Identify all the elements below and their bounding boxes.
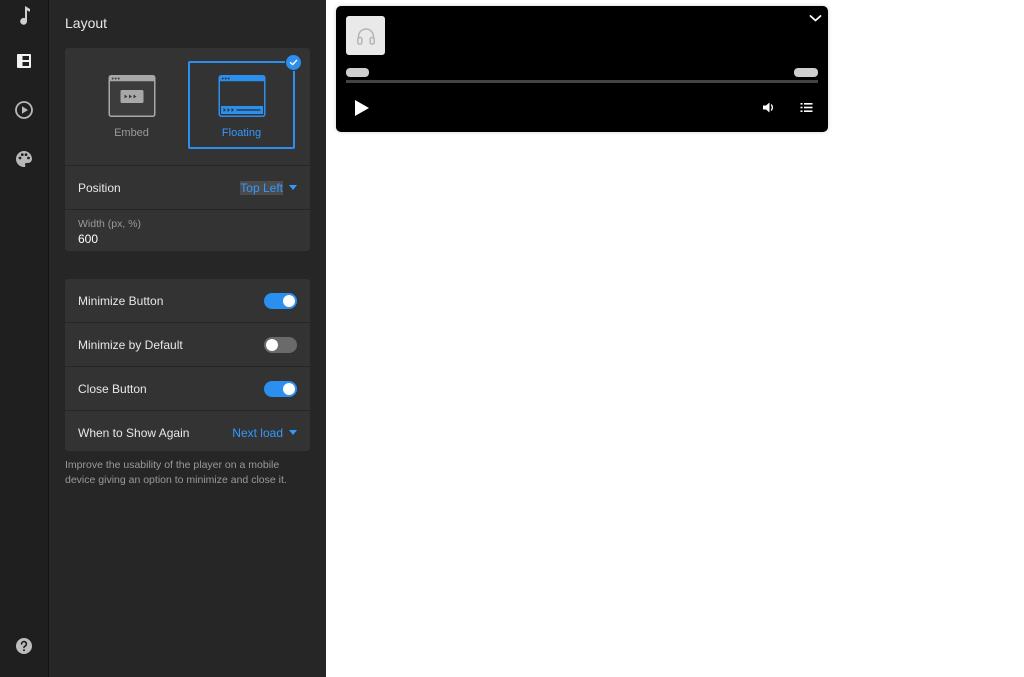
show-again-dropdown[interactable]: Next load	[232, 426, 297, 440]
embed-layout-icon	[108, 75, 155, 117]
minimize-by-default-row: Minimize by Default	[65, 323, 310, 367]
minimize-by-default-toggle[interactable]	[264, 336, 297, 353]
icon-rail	[0, 0, 49, 677]
show-again-label: When to Show Again	[78, 425, 190, 440]
close-button-label: Close Button	[78, 381, 147, 396]
width-label: Width (px, %)	[78, 218, 142, 230]
playlist-icon[interactable]	[800, 102, 813, 113]
help-circle-icon	[16, 638, 32, 654]
rail-help-button[interactable]	[0, 626, 48, 666]
chevron-down-icon[interactable]	[809, 12, 822, 25]
layout-card: Embed Floating Position Top Left Width (…	[65, 48, 310, 251]
music-note-icon	[20, 6, 30, 25]
close-button-row: Close Button	[65, 367, 310, 411]
selected-check-icon	[285, 54, 302, 71]
rail-player-button[interactable]	[0, 90, 48, 130]
show-again-row: When to Show Again Next load	[65, 411, 310, 454]
width-value[interactable]: 600	[78, 232, 98, 246]
play-circle-icon	[15, 101, 33, 119]
caret-down-icon	[289, 185, 297, 190]
caret-down-icon	[289, 430, 297, 435]
show-again-value: Next load	[232, 425, 283, 440]
minimize-button-label: Minimize Button	[78, 293, 164, 308]
artwork-placeholder	[346, 16, 385, 55]
layout-option-floating[interactable]: Floating	[188, 54, 302, 149]
position-row: Position Top Left	[65, 166, 310, 210]
rail-layout-button[interactable]	[0, 41, 48, 81]
play-icon[interactable]	[354, 99, 370, 117]
floating-layout-icon	[218, 75, 265, 117]
progress-bar[interactable]	[346, 80, 818, 83]
position-value: Top Left	[240, 180, 283, 195]
rail-music-button[interactable]	[0, 0, 48, 35]
palette-icon	[16, 151, 32, 167]
panel-title: Layout	[65, 15, 108, 31]
minimize-by-default-label: Minimize by Default	[78, 337, 183, 352]
floating-label: Floating	[221, 127, 262, 139]
close-button-toggle[interactable]	[264, 380, 297, 397]
layout-option-embed[interactable]: Embed	[78, 61, 185, 149]
headphones-icon	[356, 27, 375, 45]
player-preview	[336, 6, 828, 132]
minimize-button-toggle[interactable]	[264, 292, 297, 309]
minimize-button-row: Minimize Button	[65, 279, 310, 323]
options-card: Minimize Button Minimize by Default Clos…	[65, 279, 310, 451]
layout-settings-panel: Layout Embed Floating Position Top Left …	[49, 0, 326, 677]
width-field[interactable]: Width (px, %) 600	[65, 210, 310, 252]
duration-placeholder	[794, 68, 818, 77]
help-text: Improve the usability of the player on a…	[65, 459, 287, 486]
embed-label: Embed	[114, 127, 149, 139]
position-label: Position	[78, 180, 121, 195]
rail-theme-button[interactable]	[0, 139, 48, 179]
layout-options: Embed Floating	[65, 48, 310, 166]
current-time-placeholder	[346, 68, 369, 77]
position-dropdown[interactable]: Top Left	[240, 180, 297, 195]
layout-icon	[17, 54, 31, 68]
volume-icon[interactable]	[762, 101, 776, 114]
